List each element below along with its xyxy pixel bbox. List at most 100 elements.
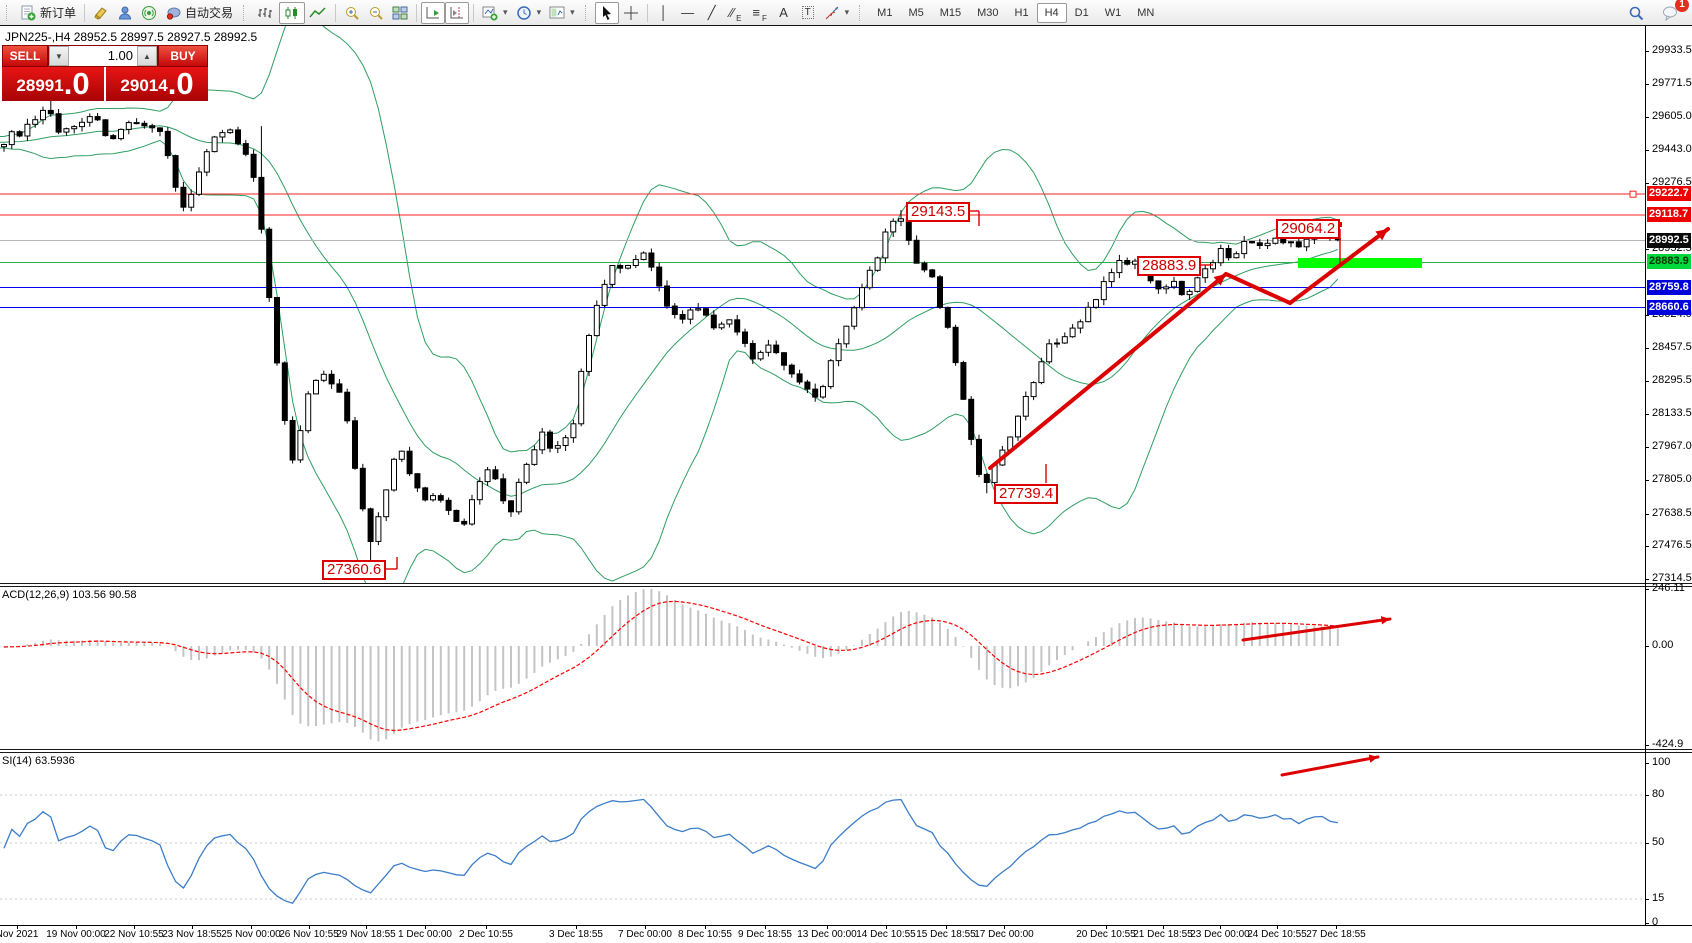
crosshair-tool-button[interactable] <box>619 2 643 24</box>
price-level-label: 28660.6 <box>1647 300 1691 315</box>
timeframe-m1[interactable]: M1 <box>869 3 900 23</box>
line-chart-mode-button[interactable] <box>305 2 331 24</box>
search-icon <box>1628 5 1644 21</box>
bar-chart-mode-button[interactable] <box>253 2 279 24</box>
auto-scroll-icon <box>425 6 441 20</box>
timeframe-h4[interactable]: H4 <box>1037 3 1067 23</box>
fibonacci-tool-button[interactable]: ≡F <box>748 2 772 24</box>
timeframe-h1[interactable]: H1 <box>1007 3 1037 23</box>
text-label-tool-button[interactable]: T <box>796 2 820 24</box>
new-order-button[interactable]: 新订单 <box>16 2 80 24</box>
cursor-tool-button[interactable] <box>595 2 619 24</box>
time-label[interactable]: 17 Dec 00:00 <box>969 929 1039 940</box>
search-button[interactable] <box>1624 2 1648 24</box>
tick-dash <box>1645 923 1649 924</box>
channel-tag: E <box>736 14 741 23</box>
templates-button[interactable]: ▾ <box>545 2 579 24</box>
tick-dash <box>1645 763 1649 764</box>
timeframe-m15[interactable]: M15 <box>932 3 969 23</box>
price-tick: 28457.5 <box>1652 341 1692 353</box>
chart-shift-icon <box>449 6 465 20</box>
price-tick: 29771.5 <box>1652 77 1692 89</box>
horizontal-line-tool-button[interactable]: — <box>676 2 700 24</box>
zoom-in-button[interactable] <box>340 2 364 24</box>
toolbar-separator <box>335 4 336 22</box>
tick-dash <box>1645 589 1649 590</box>
price-level-label: 28883.9 <box>1647 254 1691 269</box>
price-tick: 29933.5 <box>1652 44 1692 56</box>
sell-price[interactable]: 28991.0 <box>2 67 104 101</box>
trendline-tool-button[interactable]: ╱ <box>700 2 724 24</box>
price-annotation[interactable]: 29143.5 <box>906 202 970 222</box>
tile-windows-button[interactable] <box>388 2 412 24</box>
toolbar-grip <box>585 5 591 21</box>
price-tick: 27805.0 <box>1652 473 1692 485</box>
channel-tool-button[interactable]: ∕∕E <box>724 2 748 24</box>
chart-shift-button[interactable] <box>445 2 469 24</box>
chart-plot-area[interactable] <box>0 26 1645 925</box>
price-annotation[interactable]: 29064.2 <box>1276 219 1340 239</box>
price-annotation[interactable]: 27739.4 <box>994 484 1058 504</box>
chart-title: JPN225-,H4 28952.5 28997.5 28927.5 28992… <box>5 30 257 44</box>
price-tick: 29605.0 <box>1652 110 1692 122</box>
horizontal-line-icon: — <box>681 6 694 19</box>
timeframe-w1[interactable]: W1 <box>1097 3 1130 23</box>
signals-button[interactable] <box>137 2 161 24</box>
time-label[interactable]: 2 Dec 10:55 <box>451 929 521 940</box>
sell-price-main: 28991 <box>16 73 63 99</box>
toolbar-right: 1 <box>1624 0 1684 26</box>
time-label[interactable]: 27 Dec 18:55 <box>1301 929 1371 940</box>
notifications-button[interactable]: 1 <box>1658 2 1684 24</box>
timeframe-m5[interactable]: M5 <box>900 3 931 23</box>
price-tick: 28295.5 <box>1652 374 1692 386</box>
buy-button[interactable]: BUY <box>158 45 208 67</box>
pane-divider[interactable] <box>0 749 1692 753</box>
time-label[interactable]: 1 Dec 00:00 <box>390 929 460 940</box>
time-label[interactable]: 9 Dec 18:55 <box>730 929 800 940</box>
autotrade-label: 自动交易 <box>185 4 233 21</box>
chevron-down-icon: ▾ <box>503 7 508 18</box>
pane-divider[interactable] <box>0 583 1692 587</box>
price-annotation[interactable]: 28883.9 <box>1137 256 1201 276</box>
arrows-tool-button[interactable]: ▾ <box>820 2 854 24</box>
rsi-tick: 80 <box>1652 788 1664 800</box>
volume-decrease-button[interactable]: ▼ <box>49 46 69 66</box>
price-axis[interactable]: 29933.529771.529605.029443.029276.528952… <box>1645 26 1692 925</box>
volume-input[interactable]: 1.00 <box>69 46 137 66</box>
zoom-out-button[interactable] <box>364 2 388 24</box>
tick-dash <box>1645 480 1649 481</box>
macd-tick: 0.00 <box>1652 639 1673 651</box>
tick-dash <box>1645 447 1649 448</box>
price-annotation[interactable]: 27360.6 <box>322 560 386 580</box>
autotrade-button[interactable]: 自动交易 <box>161 2 237 24</box>
fibonacci-tag: F <box>762 14 767 23</box>
timeframe-mn[interactable]: MN <box>1129 3 1162 23</box>
volume-stepper[interactable]: ▼ 1.00 ▲ <box>48 45 158 67</box>
text-tool-button[interactable]: A <box>772 2 796 24</box>
eraser-button[interactable] <box>89 2 113 24</box>
trade-panel-row: SELL ▼ 1.00 ▲ BUY <box>2 45 208 67</box>
buy-price-main: 29014 <box>120 73 167 99</box>
tick-dash <box>1645 579 1649 580</box>
timeframe-m30[interactable]: M30 <box>969 3 1006 23</box>
volume-increase-button[interactable]: ▲ <box>137 46 157 66</box>
trend-arrow <box>990 274 1226 468</box>
vertical-line-tool-button[interactable]: │ <box>652 2 676 24</box>
trend-arrow <box>1282 755 1378 776</box>
timeframe-group: M1M5M15M30H1H4D1W1MN <box>869 3 1162 23</box>
buy-price[interactable]: 29014.0 <box>106 67 208 101</box>
sell-button[interactable]: SELL <box>2 45 48 67</box>
time-label[interactable]: 3 Dec 18:55 <box>541 929 611 940</box>
tile-windows-icon <box>392 5 408 21</box>
candlestick-mode-button[interactable] <box>279 2 305 24</box>
indicators-button[interactable]: ▾ <box>478 2 512 24</box>
text-icon: A <box>779 6 788 19</box>
zoom-in-icon <box>344 5 360 21</box>
periods-button[interactable]: ▾ <box>512 2 546 24</box>
profile-button[interactable] <box>113 2 137 24</box>
time-axis[interactable]: Nov 202119 Nov 00:0022 Nov 10:5523 Nov 1… <box>0 925 1692 943</box>
chart-template-icon <box>549 5 565 21</box>
auto-scroll-button[interactable] <box>421 2 445 24</box>
toolbar-grip <box>243 5 249 21</box>
timeframe-d1[interactable]: D1 <box>1067 3 1097 23</box>
